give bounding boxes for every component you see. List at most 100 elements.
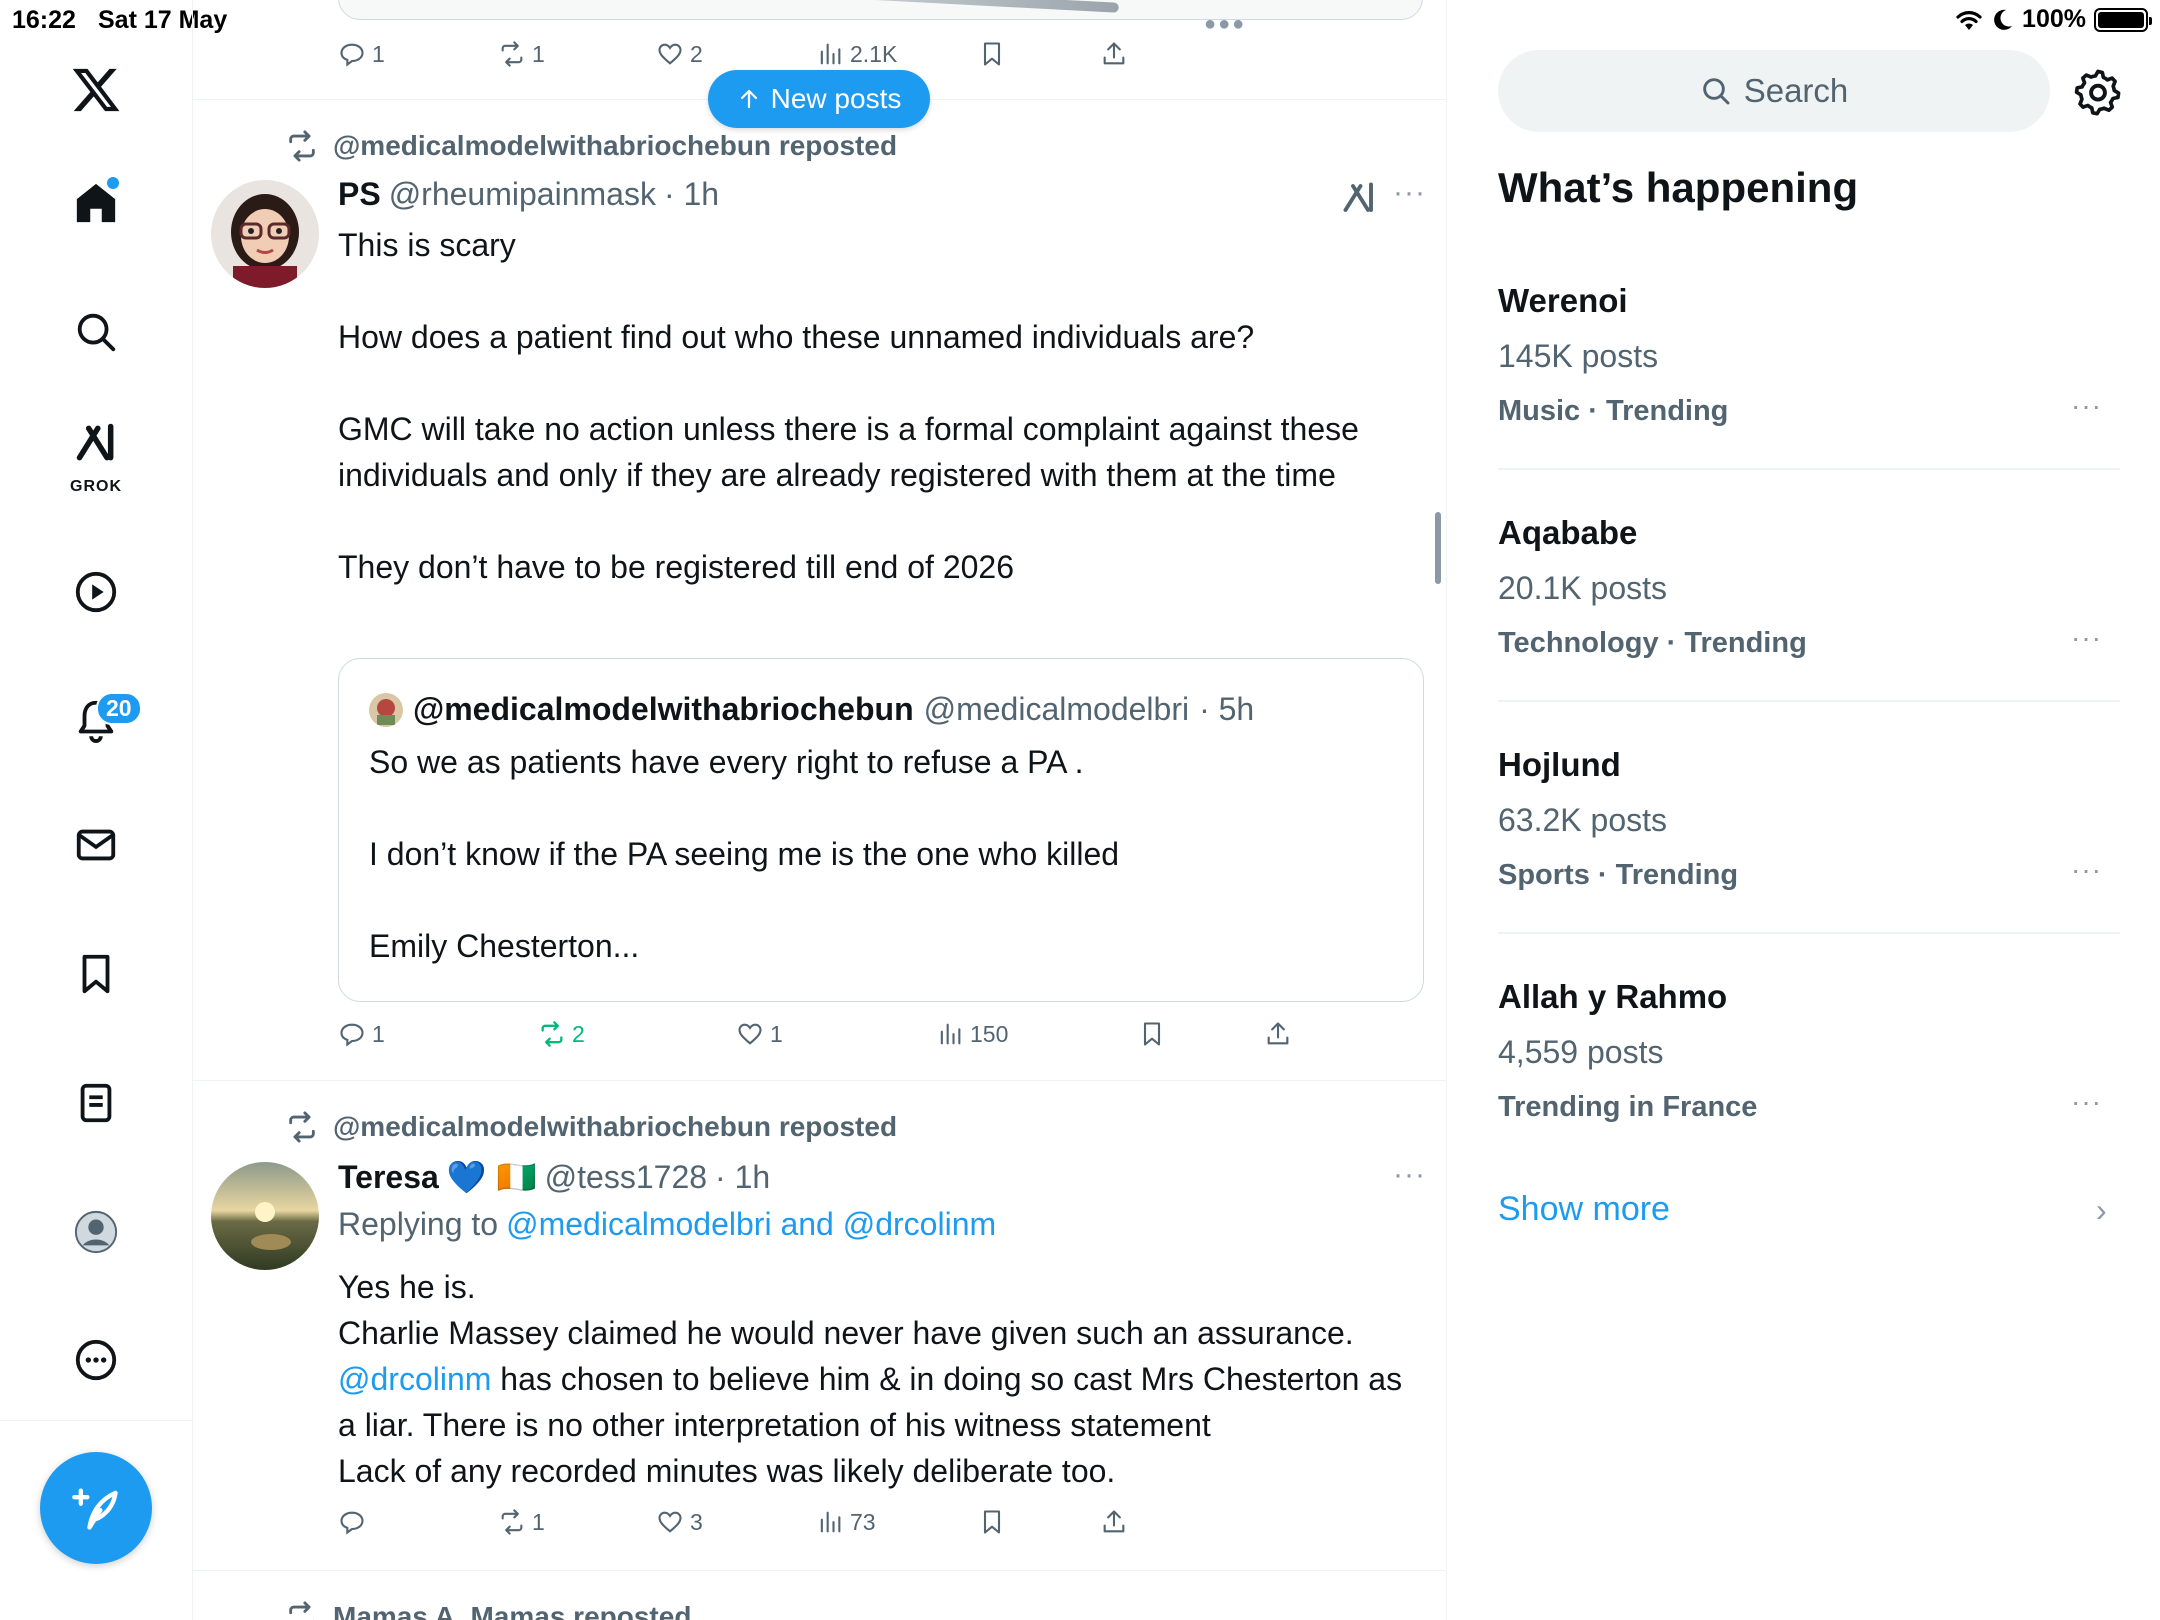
reply-button[interactable]: 1 <box>338 1020 385 1048</box>
more-options-icon[interactable]: ··· <box>2071 854 2102 886</box>
repost-button[interactable]: 1 <box>498 1508 545 1536</box>
more-options-icon[interactable]: ··· <box>2071 390 2102 422</box>
nav-divider <box>0 1420 193 1421</box>
trend-item[interactable]: Hojlund 63.2K posts Sports · Trending ··… <box>1498 746 2120 978</box>
more-options-icon[interactable]: ··· <box>1393 176 1426 210</box>
quote-header: @medicalmodelwithabriochebun @medicalmod… <box>369 691 1254 728</box>
bookmark-button[interactable] <box>1138 1020 1166 1048</box>
grok-icon[interactable] <box>1341 180 1377 216</box>
avatar[interactable] <box>211 180 319 288</box>
views-button[interactable]: 2.1K <box>816 40 897 68</box>
gear-icon[interactable] <box>2072 66 2124 118</box>
post-line <box>338 498 1428 544</box>
share-button[interactable] <box>1100 1508 1128 1536</box>
like-button[interactable]: 1 <box>736 1020 783 1048</box>
user-handle[interactable]: @rheumipainmask <box>389 176 656 213</box>
display-name[interactable]: Teresa <box>338 1159 439 1196</box>
views-button[interactable]: 73 <box>816 1508 876 1536</box>
compose-button[interactable] <box>40 1452 152 1564</box>
mention-link[interactable]: @drcolinm <box>338 1361 491 1397</box>
quote-text: So we as patients have every right to re… <box>369 739 1399 969</box>
repost-by-label: Mamas A. Mamas reposted <box>333 1601 692 1620</box>
repost-button[interactable]: 2 <box>538 1020 585 1048</box>
views-count: 73 <box>850 1508 876 1535</box>
trend-divider <box>1498 700 2120 702</box>
post-time[interactable]: · 1h <box>715 1159 770 1196</box>
more-options-icon[interactable]: ··· <box>2071 1086 2102 1118</box>
trend-item[interactable]: Werenoi 145K posts Music · Trending ··· <box>1498 282 2120 514</box>
avatar-icon <box>74 1210 118 1254</box>
more-options-icon[interactable]: ··· <box>1393 1158 1426 1192</box>
repost-icon <box>289 1111 315 1143</box>
bookmark-icon <box>82 954 110 994</box>
replying-to: Replying to @medicalmodelbri and @drcoli… <box>338 1206 996 1243</box>
views-chart-icon <box>940 1023 961 1045</box>
nav-more[interactable] <box>56 1320 136 1400</box>
arrow-up-icon <box>740 89 757 109</box>
nav-explore[interactable] <box>56 292 136 372</box>
post-line: Lack of any recorded minutes was likely … <box>338 1453 1116 1489</box>
post-header: Teresa 💙 🇨🇮 @tess1728 · 1h <box>338 1158 770 1196</box>
bookmark-button[interactable] <box>978 1508 1006 1536</box>
bookmark-button[interactable] <box>978 40 1006 68</box>
trend-count: 4,559 posts <box>1498 1034 1664 1070</box>
nav-grok[interactable]: GROK <box>56 412 136 495</box>
trend-item[interactable]: Allah y Rahmo 4,559 posts Trending in Fr… <box>1498 978 2120 1210</box>
repost-icon <box>289 130 315 162</box>
post-line: They don’t have to be registered till en… <box>338 549 1014 585</box>
trend-item[interactable]: Aqababe 20.1K posts Technology · Trendin… <box>1498 514 2120 746</box>
trend-count: 63.2K posts <box>1498 802 1667 838</box>
trend-name: Aqababe <box>1498 514 1638 551</box>
media-card[interactable]: ●●● <box>338 0 1423 35</box>
reply-icon <box>340 43 364 67</box>
nav-video[interactable] <box>56 552 136 632</box>
repost-icon <box>501 41 523 67</box>
repost-indicator[interactable]: @medicalmodelwithabriochebun reposted <box>285 129 897 163</box>
nav-messages[interactable] <box>56 805 136 885</box>
feather-plus-icon <box>72 1488 118 1530</box>
repost-indicator[interactable]: @medicalmodelwithabriochebun reposted <box>285 1110 897 1144</box>
nav-home[interactable] <box>56 163 136 243</box>
like-button[interactable]: 2 <box>656 40 703 68</box>
post-divider <box>193 1570 1446 1571</box>
reply-button[interactable]: 1 <box>338 40 385 68</box>
x-logo-icon[interactable] <box>56 50 136 130</box>
show-more-link[interactable]: Show more <box>1498 1190 1670 1229</box>
unread-dot <box>107 177 119 189</box>
nav-lists[interactable] <box>56 1063 136 1143</box>
repost-indicator[interactable]: Mamas A. Mamas reposted <box>285 1600 691 1620</box>
chevron-right-icon: › <box>2096 1192 2107 1228</box>
user-handle[interactable]: @tess1728 <box>545 1159 707 1196</box>
nav-bookmarks[interactable] <box>56 934 136 1014</box>
display-name[interactable]: PS <box>338 176 381 213</box>
bookmark-icon <box>1143 1022 1161 1046</box>
nav-profile[interactable] <box>56 1192 136 1272</box>
like-button[interactable]: 3 <box>656 1508 703 1536</box>
repost-by-label: @medicalmodelwithabriochebun reposted <box>333 130 898 161</box>
replying-to-users[interactable]: @medicalmodelbri and @drcolinm <box>506 1206 996 1243</box>
quote-line <box>369 877 1399 923</box>
repost-button[interactable]: 1 <box>498 40 545 68</box>
quote-line: Emily Chesterton... <box>369 928 640 964</box>
heart-icon <box>738 1023 762 1045</box>
new-posts-button[interactable]: New posts <box>708 70 930 128</box>
share-button[interactable] <box>1100 40 1128 68</box>
repost-by-label: @medicalmodelwithabriochebun reposted <box>333 1111 898 1142</box>
repost-count: 2 <box>572 1020 585 1047</box>
views-button[interactable]: 150 <box>936 1020 1008 1048</box>
scrollbar[interactable] <box>1435 512 1441 584</box>
post-time[interactable]: · 1h <box>664 176 719 213</box>
nav-notifications[interactable]: 20 <box>56 680 142 760</box>
post-text-segment: has chosen to believe him & in doing so … <box>338 1361 1403 1443</box>
share-button[interactable] <box>1264 1020 1292 1048</box>
more-options-icon[interactable]: ··· <box>2071 622 2102 654</box>
post-line: GMC will take no action unless there is … <box>338 411 1359 493</box>
left-nav: GROK 20 <box>0 0 193 1620</box>
quoted-post[interactable]: @medicalmodelwithabriochebun @medicalmod… <box>338 658 1424 1002</box>
avatar <box>369 692 403 727</box>
reply-button[interactable] <box>338 1508 372 1536</box>
search-input[interactable]: Search <box>1498 50 2050 132</box>
post-line: @drcolinm has chosen to believe him & in… <box>338 1356 1428 1448</box>
repost-icon <box>289 1601 314 1620</box>
avatar[interactable] <box>211 1162 319 1270</box>
